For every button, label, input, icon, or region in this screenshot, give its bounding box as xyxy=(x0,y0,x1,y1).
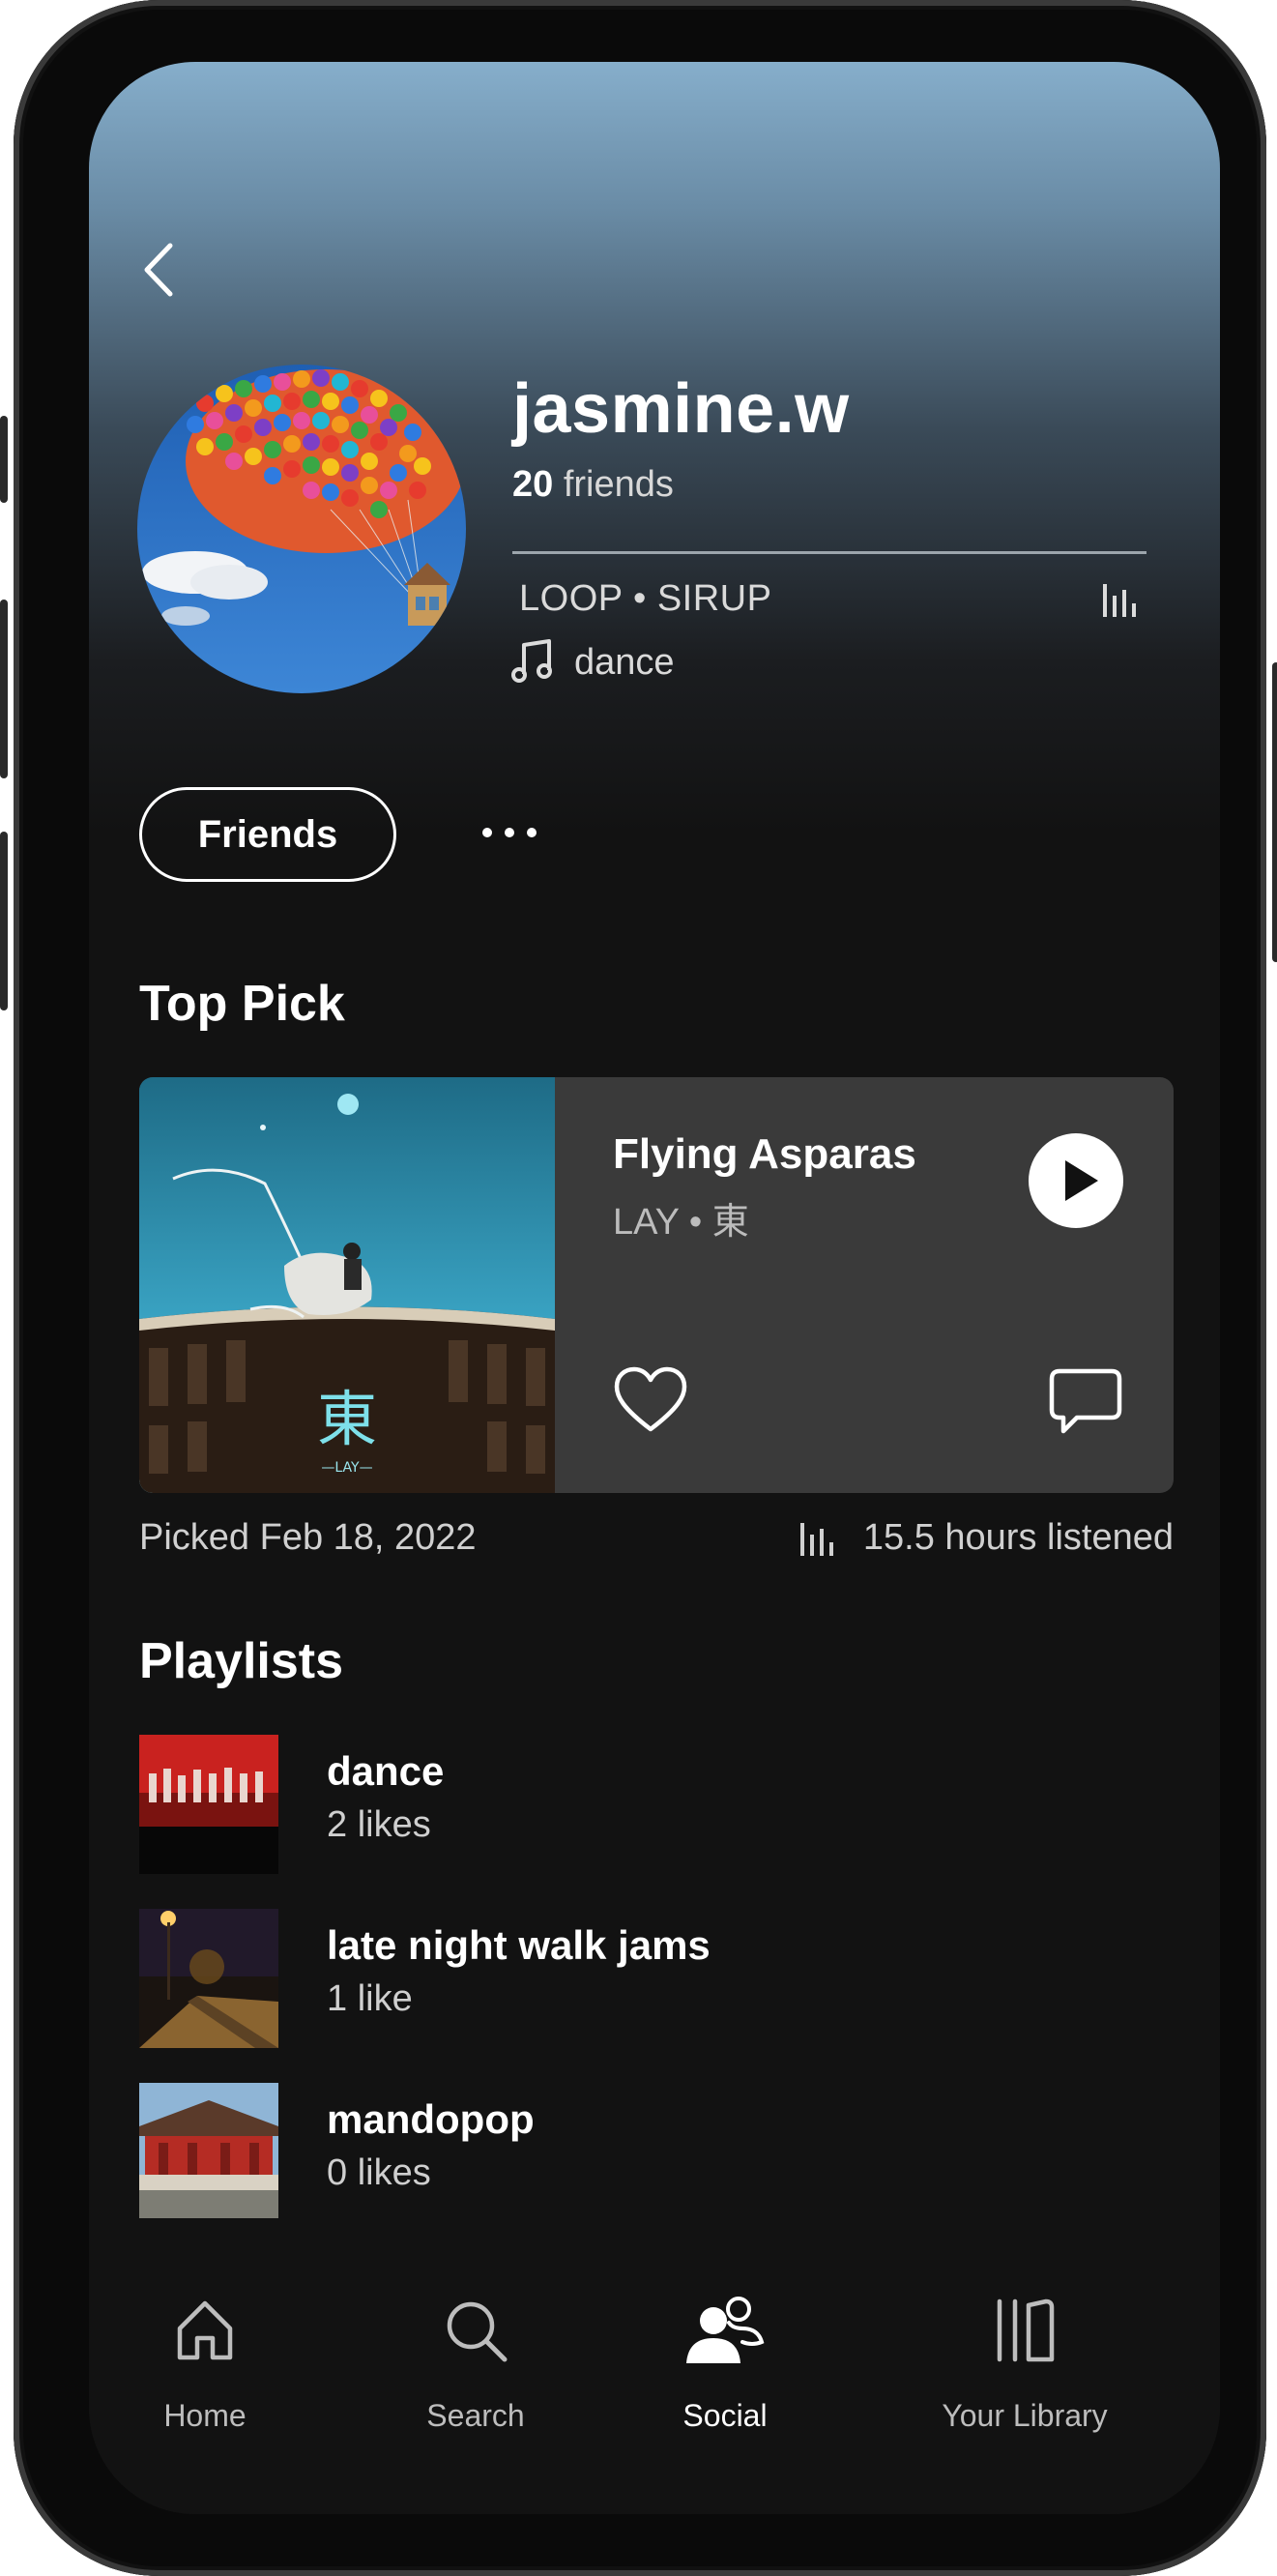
picked-date: Picked Feb 18, 2022 xyxy=(139,1517,477,1558)
volume-up-button xyxy=(0,600,8,778)
phone-frame: jasmine.w 20 friends LOOP • SIRUP dance … xyxy=(0,0,1277,2576)
track-artist[interactable]: LAY • 東 xyxy=(613,1191,749,1244)
tab-home[interactable]: Home xyxy=(89,2296,321,2441)
tab-home-label: Home xyxy=(163,2398,247,2433)
album-cover-image: 東 —LAY— xyxy=(139,1077,555,1493)
now-playing-text[interactable]: LOOP • SIRUP xyxy=(519,578,771,620)
playlist-name: late night walk jams xyxy=(327,1922,711,1968)
playlists-heading: Playlists xyxy=(139,1633,344,1689)
profile-divider xyxy=(512,551,1146,554)
bars-icon xyxy=(799,1522,833,1556)
back-button[interactable] xyxy=(137,236,186,304)
profile-photo xyxy=(137,365,466,693)
album-glyph: 東 xyxy=(317,1384,377,1454)
play-icon xyxy=(1065,1160,1098,1201)
music-note-icon xyxy=(511,639,552,683)
like-button[interactable] xyxy=(613,1365,688,1435)
heart-icon xyxy=(614,1366,687,1432)
listened-text: 15.5 hours listened xyxy=(862,1517,1174,1558)
listened-stat: 15.5 hours listened xyxy=(798,1517,1174,1559)
friends-number: 20 xyxy=(512,464,554,505)
social-icon xyxy=(686,2297,765,2363)
app-screen: jasmine.w 20 friends LOOP • SIRUP dance … xyxy=(89,62,1220,2514)
library-icon xyxy=(997,2298,1055,2362)
bottom-tab-bar: Home Search Social Your Library xyxy=(89,2218,1220,2514)
comment-button[interactable] xyxy=(1048,1367,1123,1437)
tab-social-label: Social xyxy=(682,2398,768,2433)
playlist-thumbnail xyxy=(139,1909,278,2048)
tab-your-library[interactable]: Your Library xyxy=(880,2296,1170,2441)
home-icon xyxy=(177,2300,233,2360)
playlist-thumbnail xyxy=(139,2083,278,2222)
friends-button[interactable]: Friends xyxy=(139,787,396,882)
album-small-text: —LAY— xyxy=(321,1460,372,1476)
playlist-name: mandopop xyxy=(327,2096,535,2142)
silent-switch xyxy=(0,416,8,503)
album-art[interactable]: 東 —LAY— xyxy=(139,1077,555,1493)
play-button[interactable] xyxy=(1029,1133,1123,1228)
tab-social[interactable]: Social xyxy=(609,2296,841,2441)
friends-word: friends xyxy=(563,464,674,505)
tab-search-label: Search xyxy=(426,2398,525,2433)
top-pick-heading: Top Pick xyxy=(139,976,345,1032)
volume-down-button xyxy=(0,832,8,1010)
playlist-item[interactable]: mandopop 0 likes xyxy=(139,2083,1154,2222)
playlist-likes: 1 like xyxy=(327,1978,413,2019)
track-title[interactable]: Flying Asparas xyxy=(613,1130,916,1179)
playlist-item[interactable]: dance 2 likes xyxy=(139,1735,1154,1874)
username: jasmine.w xyxy=(512,370,850,448)
playlist-thumbnail xyxy=(139,1735,278,1874)
more-horizontal-icon xyxy=(482,828,537,837)
top-pick-card[interactable]: 東 —LAY— Flying Asparas LAY • 東 xyxy=(139,1077,1174,1493)
genre-text: dance xyxy=(574,642,675,683)
playlist-item[interactable]: late night walk jams 1 like xyxy=(139,1909,1154,2048)
avatar[interactable] xyxy=(137,365,466,693)
playlist-likes: 2 likes xyxy=(327,1804,431,1845)
tab-search[interactable]: Search xyxy=(360,2296,592,2441)
tab-your-library-label: Your Library xyxy=(942,2398,1108,2433)
more-options-button[interactable] xyxy=(476,808,543,857)
power-button xyxy=(1272,662,1277,962)
search-icon xyxy=(447,2301,508,2362)
playlist-likes: 0 likes xyxy=(327,2152,431,2193)
playlist-name: dance xyxy=(327,1748,445,1794)
bars-icon xyxy=(1103,584,1136,617)
friends-count[interactable]: 20 friends xyxy=(512,464,674,506)
comment-icon xyxy=(1049,1368,1122,1434)
chevron-left-icon xyxy=(144,243,173,297)
